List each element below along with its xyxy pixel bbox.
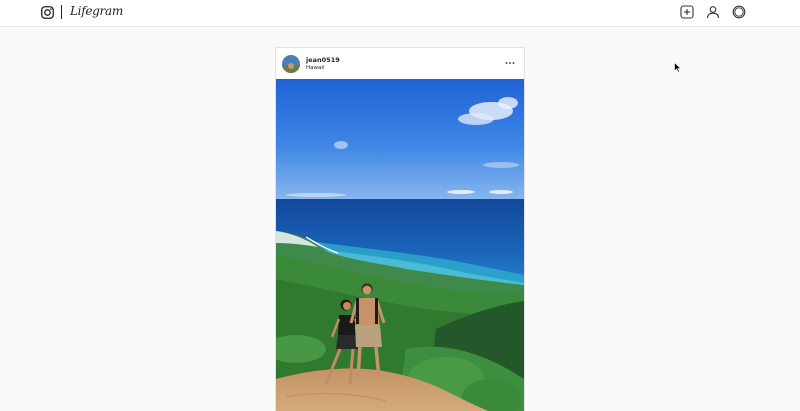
camera-icon[interactable] <box>41 6 54 19</box>
logo-divider <box>61 5 62 19</box>
mouse-cursor-icon <box>674 62 682 73</box>
post-location[interactable]: Hawaii <box>306 65 324 71</box>
post-photo-illustration <box>276 79 524 411</box>
avatar[interactable] <box>282 55 300 73</box>
compass-icon[interactable] <box>732 5 746 19</box>
post-header: jean0519 Hawaii <box>276 48 524 79</box>
post-photo[interactable] <box>276 79 524 411</box>
user-icon[interactable] <box>706 5 720 19</box>
plus-square-icon[interactable] <box>680 5 694 19</box>
brand-wordmark[interactable]: Lifegram <box>70 4 123 18</box>
ellipsis-icon[interactable] <box>504 57 516 69</box>
top-nav-bar: Lifegram <box>0 0 800 27</box>
post-card: jean0519 Hawaii <box>275 47 525 411</box>
post-username[interactable]: jean0519 <box>306 56 340 64</box>
